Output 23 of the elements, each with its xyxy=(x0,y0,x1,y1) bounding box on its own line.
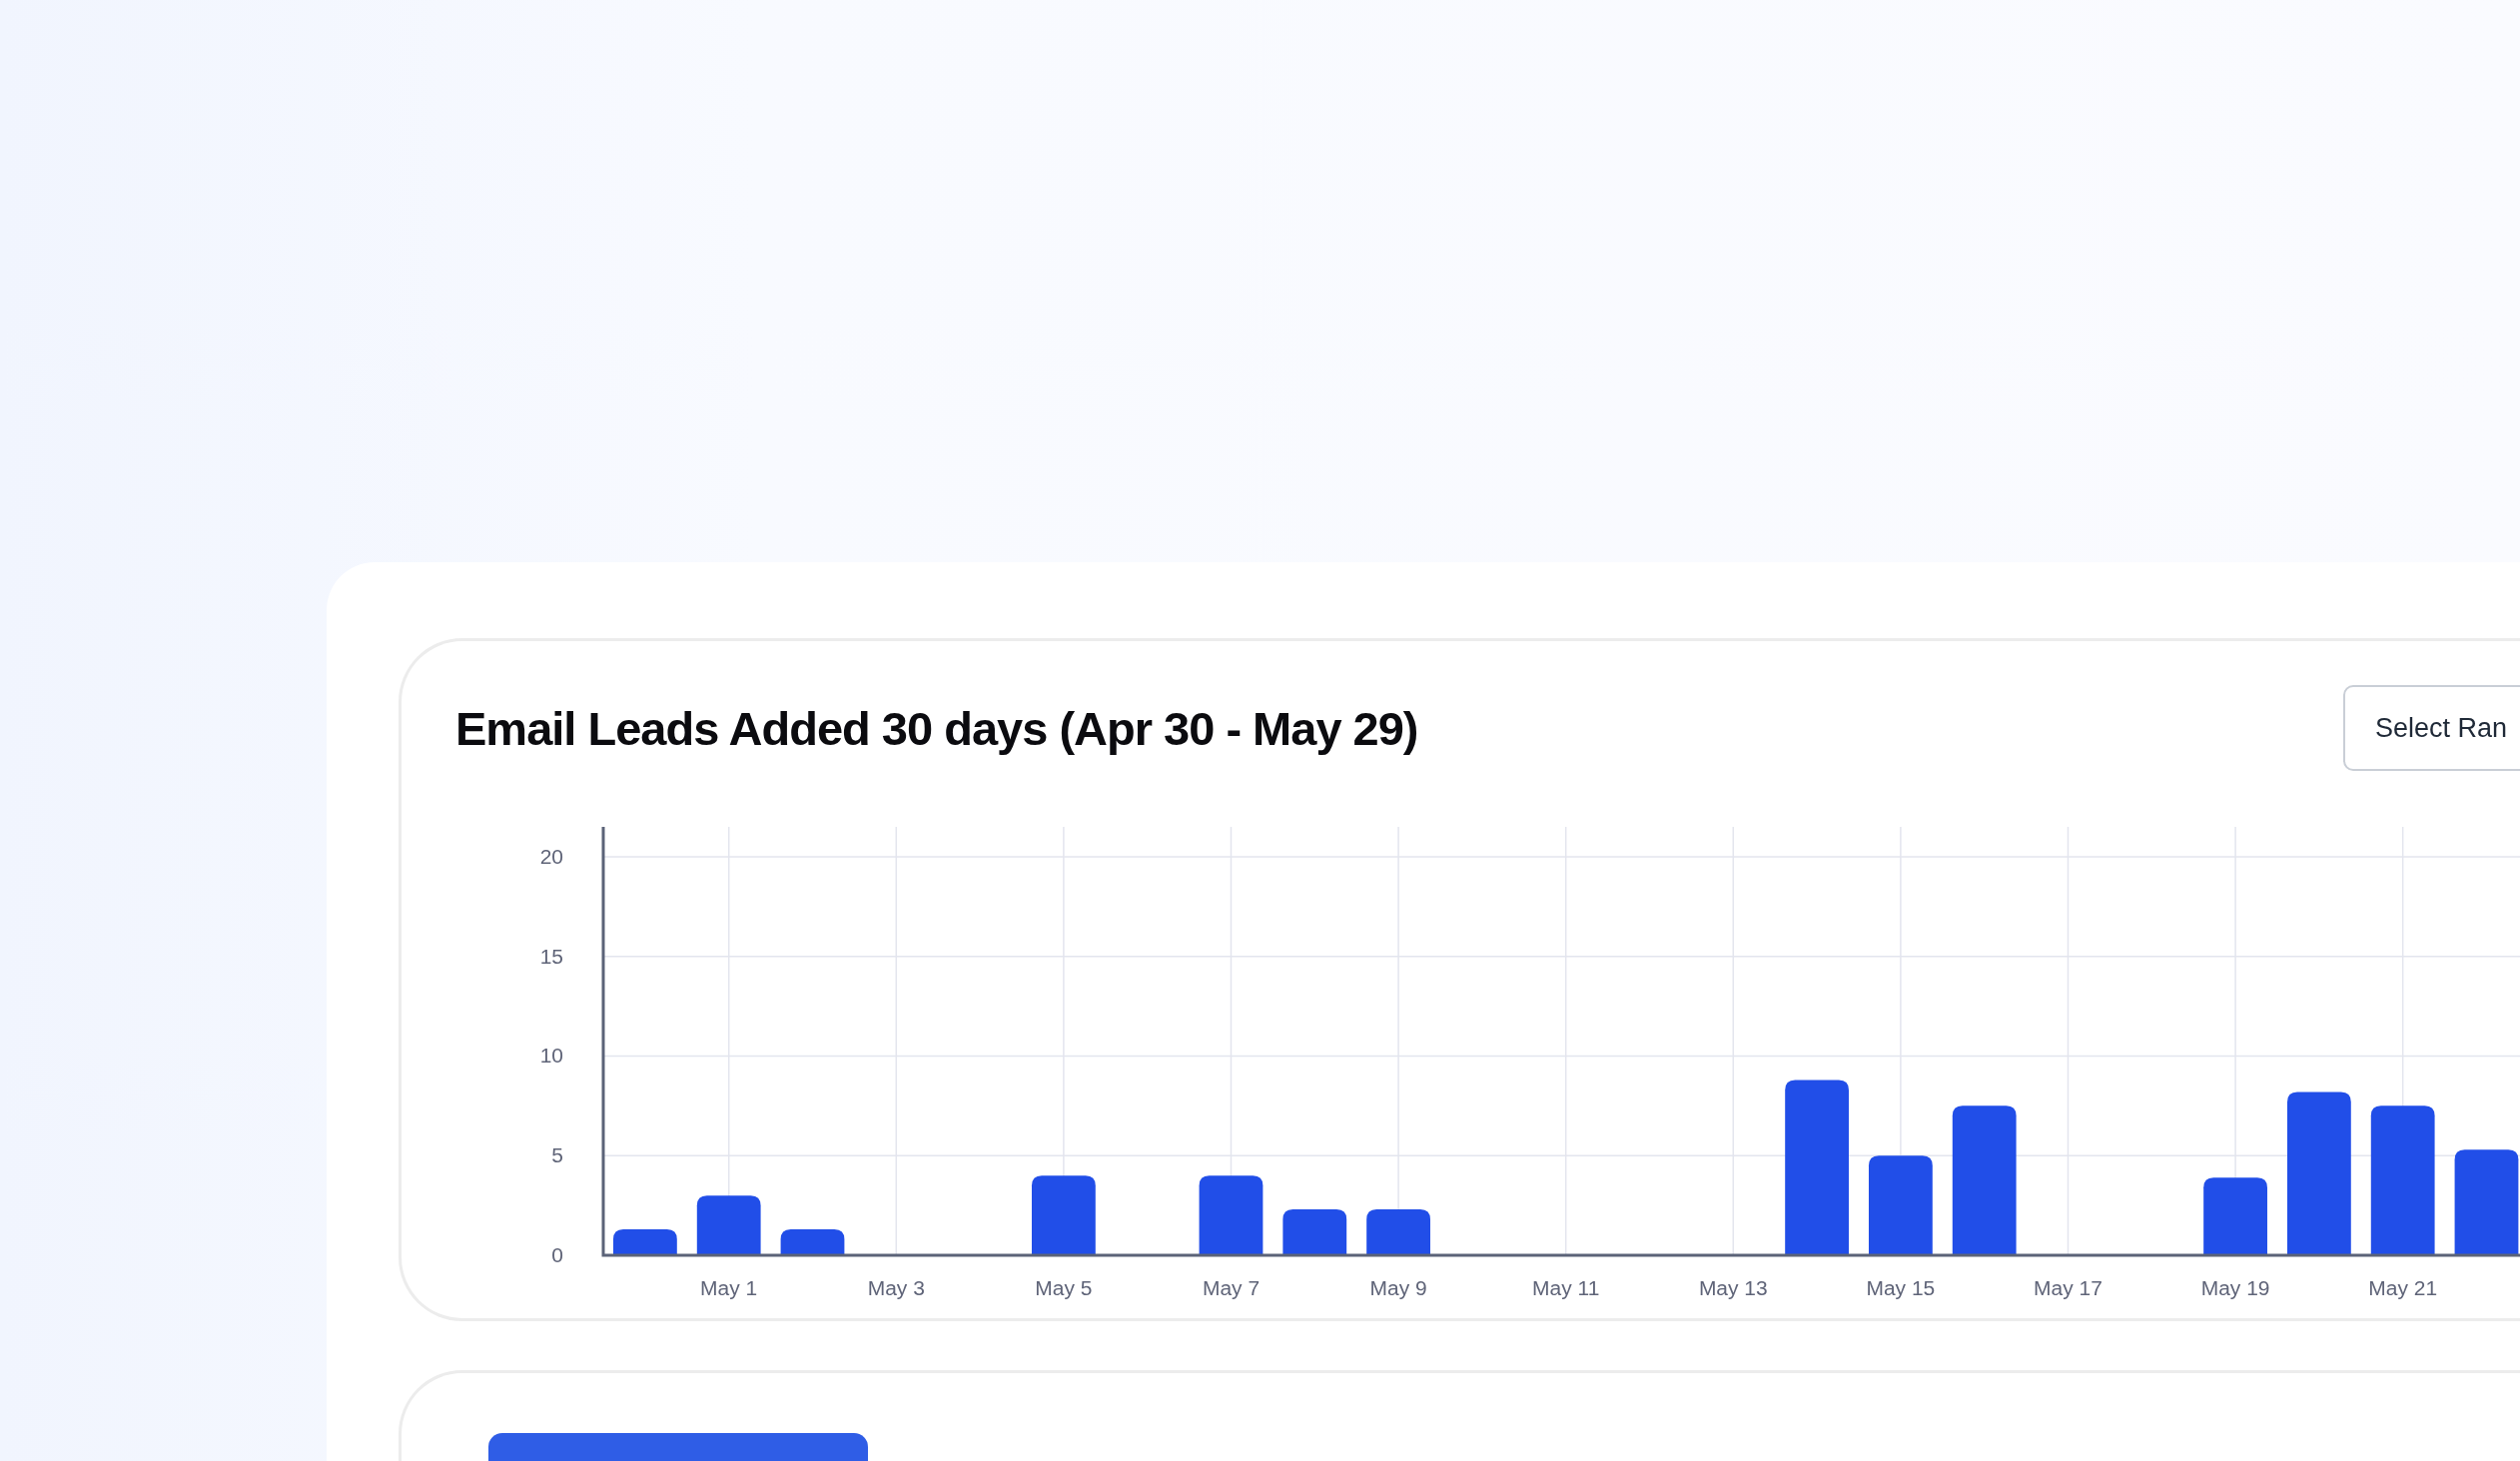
x-tick-label: May 13 xyxy=(1698,1276,1768,1299)
x-tick-label: May 3 xyxy=(867,1276,925,1299)
y-tick-label: 0 xyxy=(551,1243,563,1266)
x-tick-label: May 19 xyxy=(2200,1276,2270,1299)
y-tick-label: 5 xyxy=(551,1143,563,1167)
chart-title: Email Leads Added 30 days (Apr 30 - May 29) xyxy=(455,700,1419,756)
x-tick-label: May 15 xyxy=(1866,1276,1936,1299)
x-tick-label: May 1 xyxy=(700,1276,758,1299)
bar xyxy=(1366,1209,1430,1255)
y-tick-label: 15 xyxy=(539,944,563,968)
x-tick-label: May 5 xyxy=(1035,1276,1093,1299)
y-tick-label: 20 xyxy=(539,845,563,868)
x-tick-label: May 7 xyxy=(1202,1276,1260,1299)
x-tick-label: May 17 xyxy=(2034,1276,2102,1299)
x-tick-label: May 21 xyxy=(2368,1276,2438,1299)
bar xyxy=(613,1229,677,1255)
bar xyxy=(780,1229,845,1255)
bar xyxy=(696,1195,761,1255)
y-tick-label: 10 xyxy=(539,1044,563,1068)
x-tick-label: May 9 xyxy=(1369,1276,1427,1299)
bar xyxy=(1282,1209,1347,1255)
range-button[interactable]: Select Ran xyxy=(2343,685,2520,771)
x-tick-label: May 11 xyxy=(1532,1276,1600,1299)
